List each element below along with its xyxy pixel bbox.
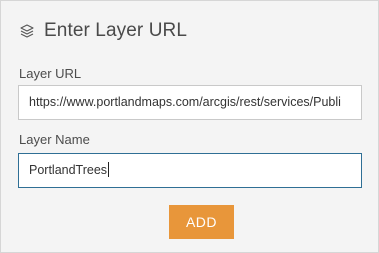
layer-url-label: Layer URL <box>19 66 82 81</box>
enter-layer-url-panel: Enter Layer URL Layer URL https://www.po… <box>0 0 379 253</box>
layers-icon <box>19 23 35 39</box>
text-caret <box>108 162 110 177</box>
add-button[interactable]: ADD <box>169 205 234 239</box>
layer-name-input[interactable]: PortlandTrees <box>18 153 362 188</box>
panel-title: Enter Layer URL <box>44 20 188 41</box>
panel-header: Enter Layer URL <box>19 18 187 44</box>
layer-name-label: Layer Name <box>19 132 90 147</box>
layer-name-value: PortlandTrees <box>29 163 108 177</box>
layer-url-input[interactable]: https://www.portlandmaps.com/arcgis/rest… <box>18 85 362 120</box>
